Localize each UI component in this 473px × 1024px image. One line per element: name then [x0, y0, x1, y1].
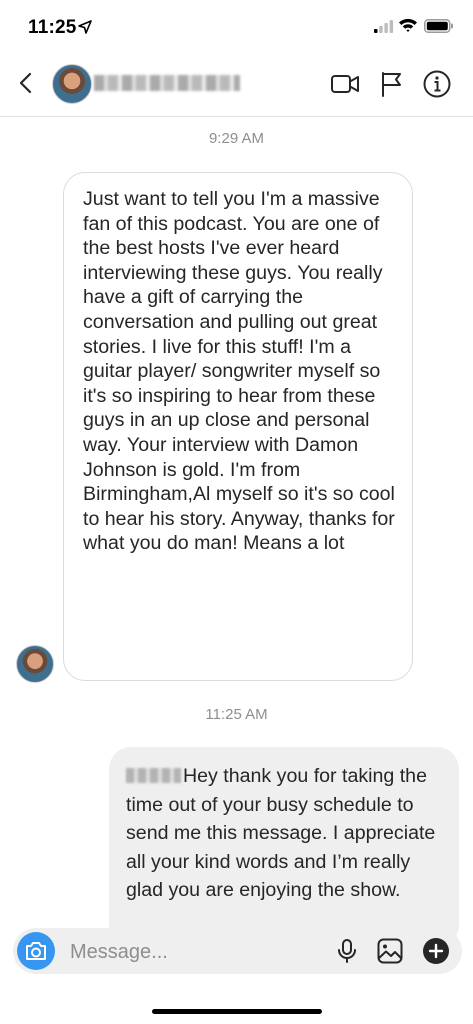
message-composer	[13, 928, 462, 976]
video-call-icon[interactable]	[330, 69, 360, 99]
location-arrow-icon	[78, 20, 92, 34]
flag-icon[interactable]	[376, 69, 406, 99]
sender-avatar[interactable]	[16, 645, 54, 683]
microphone-icon[interactable]	[333, 937, 361, 965]
outgoing-message-text: Hey thank you for taking the time out of…	[126, 765, 436, 902]
timestamp: 11:25 AM	[205, 706, 268, 723]
incoming-message-text: Just want to tell you I'm a massive fan …	[83, 188, 395, 555]
contact-name-redacted[interactable]	[94, 75, 240, 91]
camera-button[interactable]	[17, 932, 55, 970]
status-time: 11:25	[28, 17, 77, 38]
incoming-message-bubble[interactable]: Just want to tell you I'm a massive fan …	[63, 172, 413, 681]
battery-icon	[424, 19, 453, 33]
camera-icon	[26, 942, 46, 960]
back-arrow-icon[interactable]	[12, 68, 42, 98]
gallery-icon[interactable]	[376, 937, 404, 965]
signal-icon	[374, 20, 394, 33]
wifi-icon	[399, 18, 417, 32]
timestamp: 9:29 AM	[208, 130, 265, 147]
outgoing-message-bubble[interactable]: Hey thank you for taking the time out of…	[109, 747, 459, 947]
contact-avatar[interactable]	[52, 64, 92, 104]
home-indicator[interactable]	[152, 1009, 322, 1014]
info-icon[interactable]	[422, 69, 452, 99]
status-bar: 11:25	[0, 0, 473, 52]
redacted-mention	[126, 768, 181, 783]
plus-icon[interactable]	[422, 937, 450, 965]
message-input[interactable]	[68, 928, 322, 976]
chat-header	[0, 52, 473, 117]
